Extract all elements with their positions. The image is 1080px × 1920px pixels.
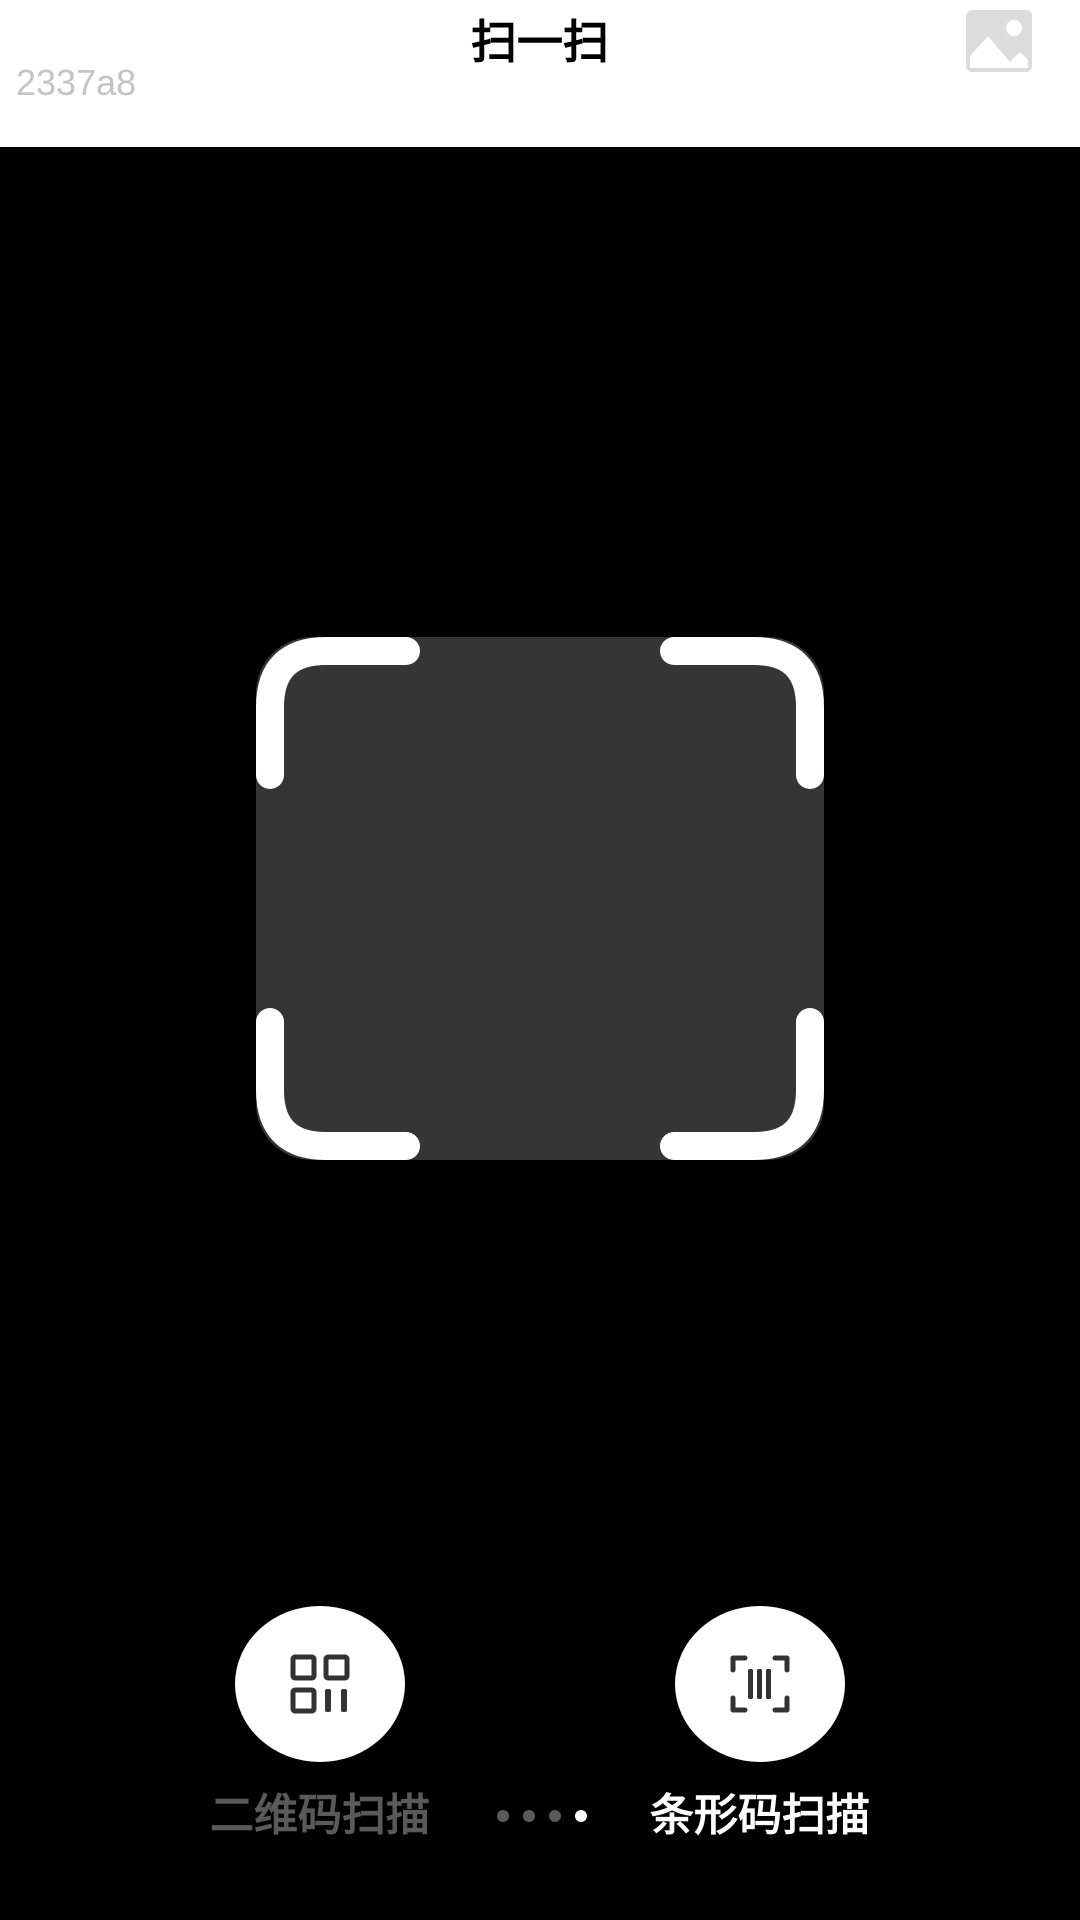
pager-dots	[492, 1805, 588, 1825]
code-label: 2337a8	[16, 62, 137, 103]
page-title: 扫一扫	[471, 15, 609, 69]
barcode-icon	[730, 1655, 790, 1713]
qr-code-icon	[290, 1654, 350, 1714]
gallery-button[interactable]	[966, 10, 1032, 72]
scan-frame	[256, 637, 824, 1160]
barcode-scan-label[interactable]: 条形码扫描	[610, 1788, 910, 1844]
barcode-scan-button[interactable]	[675, 1606, 845, 1762]
qr-scan-label[interactable]: 二维码扫描	[170, 1788, 470, 1844]
pager-dot-active	[575, 1810, 587, 1822]
scan-frame-icon	[256, 637, 824, 1160]
header-bar: 扫一扫 2337a8	[0, 0, 1080, 147]
qr-scan-button[interactable]	[235, 1606, 405, 1762]
image-icon	[970, 20, 1028, 68]
pager-dot	[549, 1810, 561, 1822]
scan-screen: 扫一扫 2337a8 二维码扫描 条形码扫描	[0, 0, 1080, 1920]
pager-dot	[523, 1810, 535, 1822]
pager-dot	[497, 1810, 509, 1822]
